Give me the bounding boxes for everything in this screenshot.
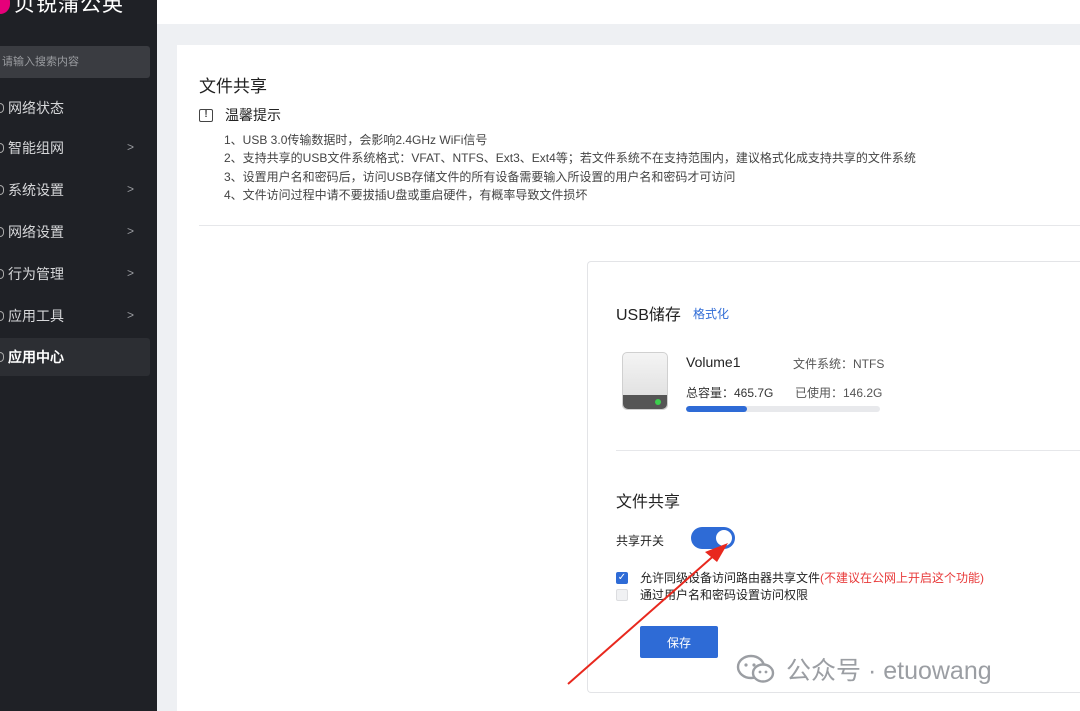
share-switch-label: 共享开关	[616, 534, 665, 548]
allow-peer-access-checkbox[interactable]: ✓	[616, 571, 628, 584]
sidebar-item-app-center[interactable]: 应用中心	[0, 338, 150, 376]
sidebar-item-behavior-management[interactable]: 行为管理 >	[0, 255, 150, 293]
watermark-text: 公众号 · etuowang	[786, 657, 992, 685]
volume-name: Volume1	[686, 354, 741, 370]
main-panel: 文件共享 ! 温馨提示 1、USB 3.0传输数据时，会影响2.4GHz WiF…	[177, 45, 1080, 711]
toggle-knob	[716, 530, 732, 546]
chevron-right-icon: >	[126, 140, 134, 154]
sidebar-item-label: 行为管理	[8, 266, 64, 282]
search-input[interactable]	[0, 46, 150, 78]
app-tools-icon	[0, 311, 4, 321]
password-access-option[interactable]: 通过用户名和密码设置访问权限	[616, 586, 808, 603]
sidebar: 贝锐蒲公英 网络状态 智能组网 > 系统设置 > 网络设置 > 行为管理 > 应…	[0, 0, 157, 711]
brand-name: 贝锐蒲公英	[14, 0, 124, 16]
sidebar-item-app-tools[interactable]: 应用工具 >	[0, 297, 150, 335]
allow-peer-access-option[interactable]: ✓ 允许同级设备访问路由器共享文件 (不建议在公网上开启这个功能)	[616, 569, 984, 586]
sidebar-item-label: 智能组网	[8, 140, 64, 156]
used-capacity: 已使用：146.2G	[795, 386, 883, 400]
sidebar-item-label: 网络设置	[8, 224, 64, 240]
tip-item: 2、支持共享的USB文件系统格式：VFAT、NTFS、Ext3、Ext4等；若文…	[224, 151, 916, 166]
behavior-management-icon	[0, 269, 4, 279]
share-toggle[interactable]	[691, 527, 735, 549]
app-center-icon	[0, 352, 4, 362]
chevron-right-icon: >	[126, 266, 134, 280]
network-status-icon	[0, 103, 4, 113]
save-button[interactable]: 保存	[640, 626, 718, 658]
file-share-title: 文件共享	[616, 494, 681, 511]
brand-logo: 贝锐蒲公英	[0, 0, 124, 18]
hard-drive-icon	[622, 352, 668, 410]
filesystem-label: 文件系统：NTFS	[793, 357, 885, 371]
format-link[interactable]: 格式化	[693, 305, 729, 322]
top-header	[157, 0, 1080, 24]
network-settings-icon	[0, 227, 4, 237]
allow-peer-access-label: 允许同级设备访问路由器共享文件	[640, 571, 821, 585]
total-capacity: 总容量：465.7G	[686, 386, 774, 400]
password-access-label: 通过用户名和密码设置访问权限	[640, 588, 809, 602]
sidebar-item-network-status[interactable]: 网络状态	[0, 89, 150, 127]
brand-mark-icon	[0, 0, 10, 14]
usb-storage-title: USB储存	[616, 307, 681, 324]
info-icon: !	[199, 108, 213, 122]
hard-drive-led	[655, 399, 661, 405]
page-title: 文件共享	[199, 77, 267, 96]
wechat-icon	[736, 654, 775, 683]
allow-peer-access-warning: (不建议在公网上开启这个功能)	[820, 571, 985, 585]
sidebar-item-label: 应用工具	[8, 308, 64, 324]
smart-networking-icon	[0, 143, 4, 153]
usage-progress-bar	[686, 406, 880, 412]
tip-item: 3、设置用户名和密码后，访问USB存储文件的所有设备需要输入所设置的用户名和密码…	[224, 169, 736, 184]
card-divider	[616, 450, 1080, 451]
sidebar-item-smart-networking[interactable]: 智能组网 >	[0, 129, 150, 167]
usb-card: USB储存 格式化 Volume1 文件系统：NTFS 总容量：465.7G 已…	[587, 261, 1080, 693]
watermark: 公众号 · etuowang	[736, 651, 992, 687]
section-divider	[199, 225, 1080, 226]
chevron-right-icon: >	[126, 308, 134, 322]
password-access-checkbox[interactable]	[616, 588, 628, 601]
tips-list: 1、USB 3.0传输数据时，会影响2.4GHz WiFi信号 2、支持共享的U…	[224, 131, 916, 204]
sidebar-item-label: 网络状态	[8, 100, 64, 116]
sidebar-item-label: 系统设置	[8, 182, 64, 198]
sidebar-item-system-settings[interactable]: 系统设置 >	[0, 171, 150, 209]
chevron-right-icon: >	[126, 182, 134, 196]
tips-title: 温馨提示	[225, 107, 281, 123]
usage-progress-fill	[686, 406, 747, 412]
tips-header: ! 温馨提示	[199, 105, 281, 125]
chevron-right-icon: >	[126, 224, 134, 238]
tip-item: 1、USB 3.0传输数据时，会影响2.4GHz WiFi信号	[224, 133, 488, 147]
system-settings-icon	[0, 185, 4, 195]
sidebar-item-label: 应用中心	[8, 349, 64, 365]
tip-item: 4、文件访问过程中请不要拔插U盘或重启硬件，有概率导致文件损坏	[224, 187, 588, 202]
sidebar-item-network-settings[interactable]: 网络设置 >	[0, 213, 150, 251]
sidebar-search	[0, 46, 150, 78]
